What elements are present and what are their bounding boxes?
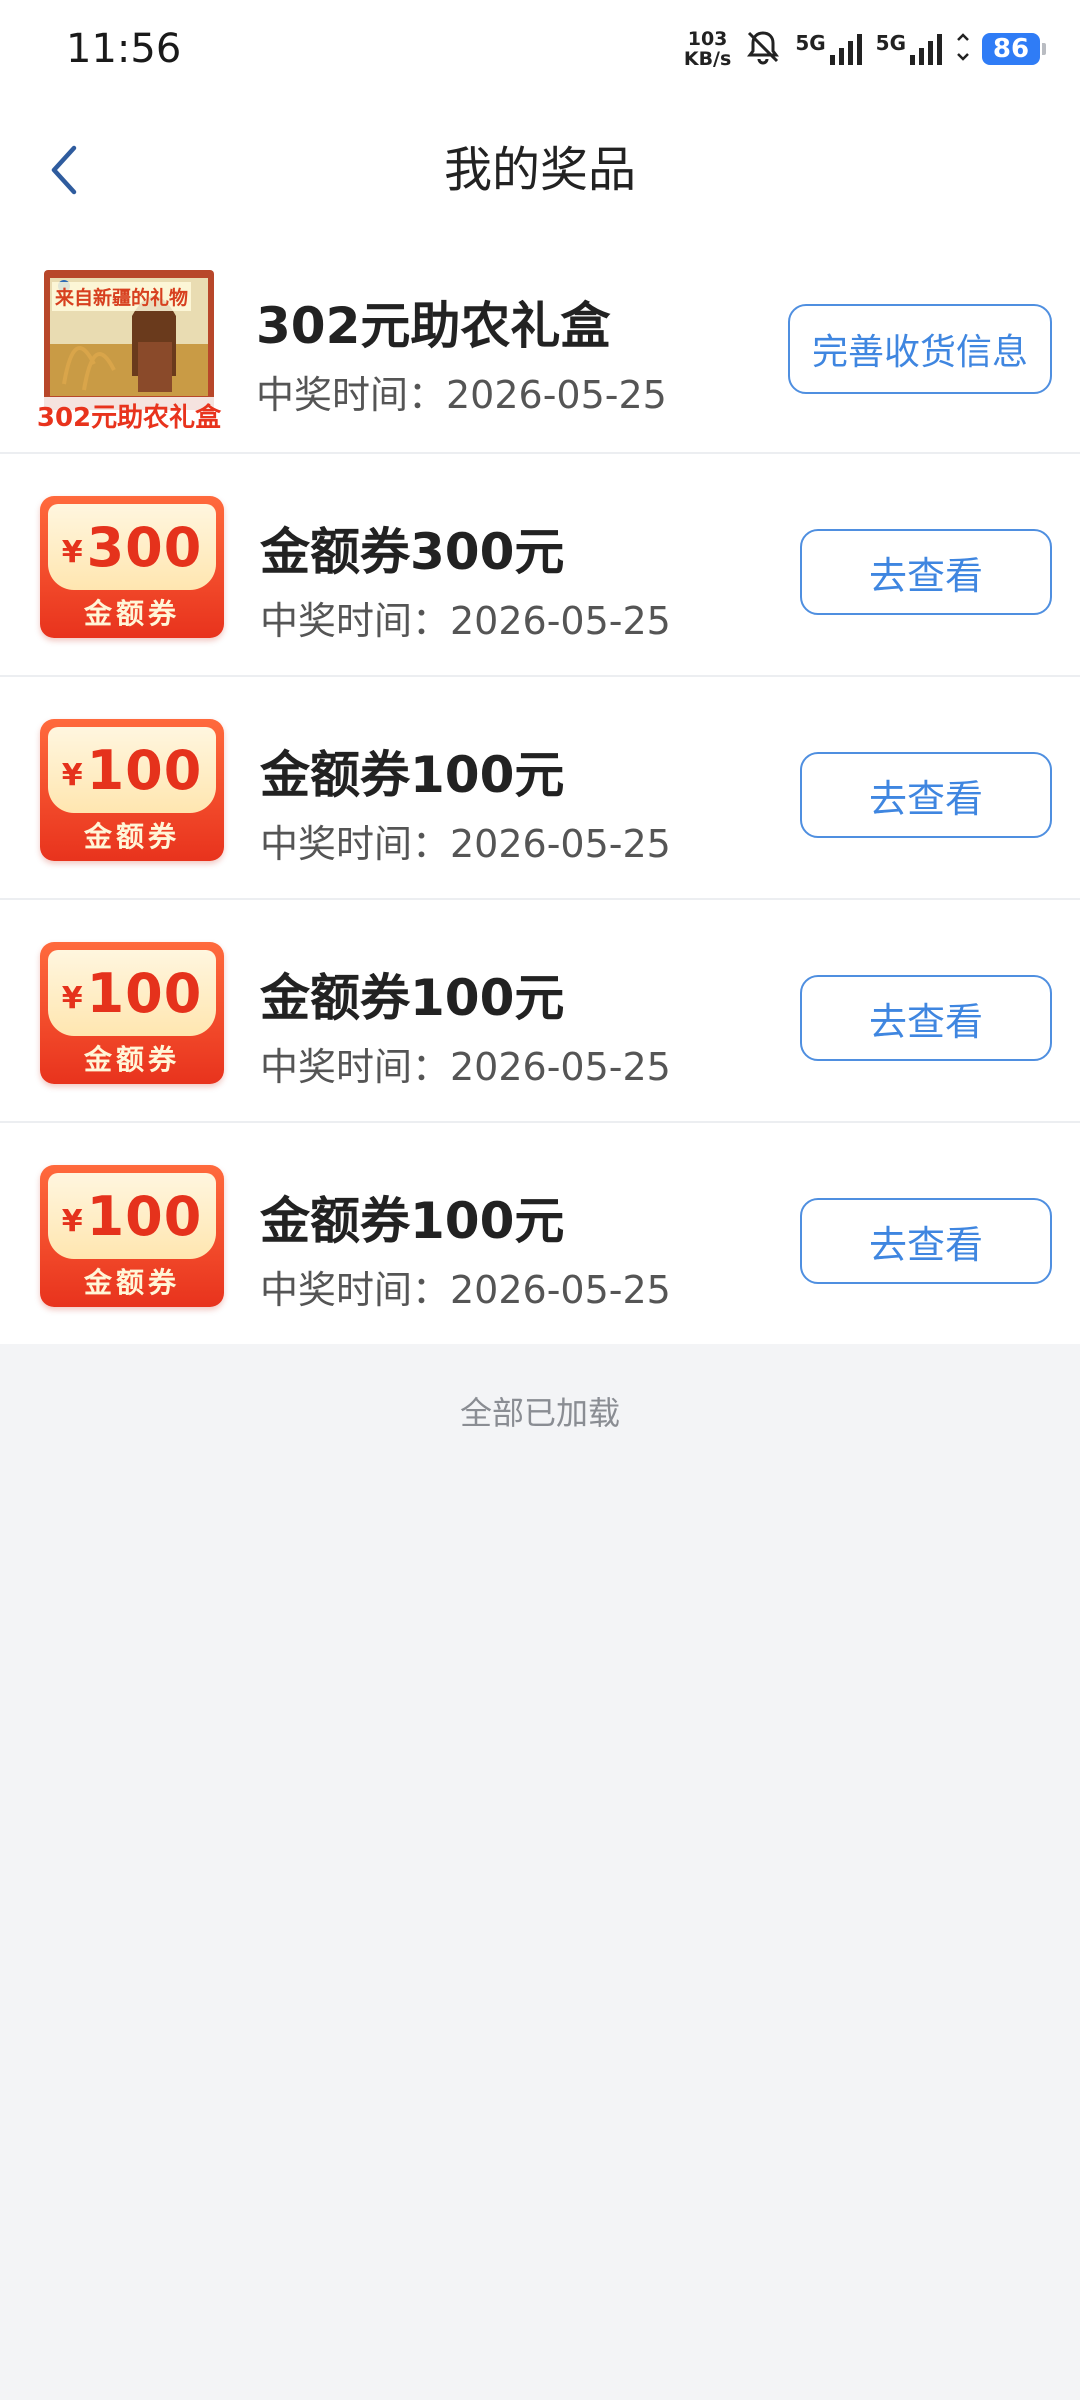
sim1-network-type: 5G [795, 31, 826, 55]
view-button[interactable]: 去查看 [800, 1198, 1052, 1284]
view-button[interactable]: 去查看 [800, 752, 1052, 838]
gift-box-label: 302元助农礼盒 [34, 397, 224, 434]
prize-time: 中奖时间：2026-05-25 [260, 1045, 671, 1089]
coupon-value: ¥ 100 [48, 950, 216, 1036]
prize-title: 金额券100元 [260, 746, 565, 804]
coupon-image: ¥ 100 金额券 [40, 942, 224, 1084]
complete-shipping-info-button[interactable]: 完善收货信息 [788, 304, 1052, 394]
prize-title: 金额券300元 [260, 523, 565, 581]
battery-icon: 86 [982, 33, 1046, 65]
prize-time: 中奖时间：2026-05-25 [260, 822, 671, 866]
network-speed-value: 103 [687, 28, 728, 50]
coupon-value: ¥ 100 [48, 727, 216, 813]
prize-item: ¥ 100 金额券 金额券100元 中奖时间：2026-05-25 去查看 [0, 900, 1080, 1123]
view-button[interactable]: 去查看 [800, 529, 1052, 615]
signal-icon [829, 34, 862, 65]
prize-title: 金额券100元 [260, 1192, 565, 1250]
coupon-image: ¥ 300 金额券 [40, 496, 224, 638]
prize-item: 来自新疆的礼物 302元助农礼盒 302元助农礼盒 中奖时间：2026-05-2… [0, 240, 1080, 454]
coupon-label: 金额券 [83, 597, 180, 630]
coupon-currency: ¥ [61, 757, 83, 793]
prize-item: ¥ 100 金额券 金额券100元 中奖时间：2026-05-25 去查看 [0, 677, 1080, 900]
prize-time: 中奖时间：2026-05-25 [260, 1268, 671, 1312]
network-speed: 103 KB/s [684, 29, 731, 69]
status-time: 11:56 [66, 26, 182, 72]
wifi-icon [956, 32, 970, 66]
status-bar: 11:56 103 KB/s 5G 5G 86 [0, 0, 1080, 100]
sim1-signal: 5G [795, 31, 863, 67]
coupon-amount: 100 [86, 1184, 203, 1248]
coupon-currency: ¥ [61, 534, 83, 570]
coupon-label: 金额券 [83, 1266, 180, 1299]
coupon-amount: 100 [86, 961, 203, 1025]
prize-time: 中奖时间：2026-05-25 [256, 373, 667, 417]
header-area: 11:56 103 KB/s 5G 5G 86 我的奖品 [0, 0, 1080, 240]
sim2-network-type: 5G [875, 31, 906, 55]
bell-muted-icon [743, 27, 783, 71]
coupon-amount: 300 [86, 515, 203, 579]
page-title: 我的奖品 [443, 142, 636, 198]
coupon-amount: 100 [86, 738, 203, 802]
coupon-image: ¥ 100 金额券 [40, 719, 224, 861]
prize-item: ¥ 100 金额券 金额券100元 中奖时间：2026-05-25 去查看 [0, 1123, 1080, 1344]
coupon-value: ¥ 300 [48, 504, 216, 590]
coupon-label: 金额券 [83, 820, 180, 853]
signal-icon [910, 34, 942, 65]
gift-box-image: 来自新疆的礼物 302元助农礼盒 [34, 264, 224, 434]
coupon-currency: ¥ [61, 980, 83, 1016]
sim2-signal: 5G [876, 31, 944, 67]
prize-item: ¥ 300 金额券 金额券300元 中奖时间：2026-05-25 去查看 [0, 454, 1080, 677]
status-icons: 103 KB/s 5G 5G 86 [684, 24, 1046, 74]
coupon-currency: ¥ [61, 1203, 83, 1239]
prize-title: 302元助农礼盒 [256, 297, 611, 355]
gift-box-header-text: 来自新疆的礼物 [52, 282, 192, 311]
prize-list: 来自新疆的礼物 302元助农礼盒 302元助农礼盒 中奖时间：2026-05-2… [0, 240, 1080, 1344]
view-button[interactable]: 去查看 [800, 975, 1052, 1061]
nav-bar: 我的奖品 [0, 100, 1080, 240]
all-loaded-text: 全部已加载 [459, 1394, 620, 1432]
coupon-value: ¥ 100 [48, 1173, 216, 1259]
prize-title: 金额券100元 [260, 969, 565, 1027]
prize-time: 中奖时间：2026-05-25 [260, 599, 671, 643]
network-speed-unit: KB/s [683, 48, 732, 70]
coupon-label: 金额券 [83, 1043, 180, 1076]
coupon-image: ¥ 100 金额券 [40, 1165, 224, 1307]
